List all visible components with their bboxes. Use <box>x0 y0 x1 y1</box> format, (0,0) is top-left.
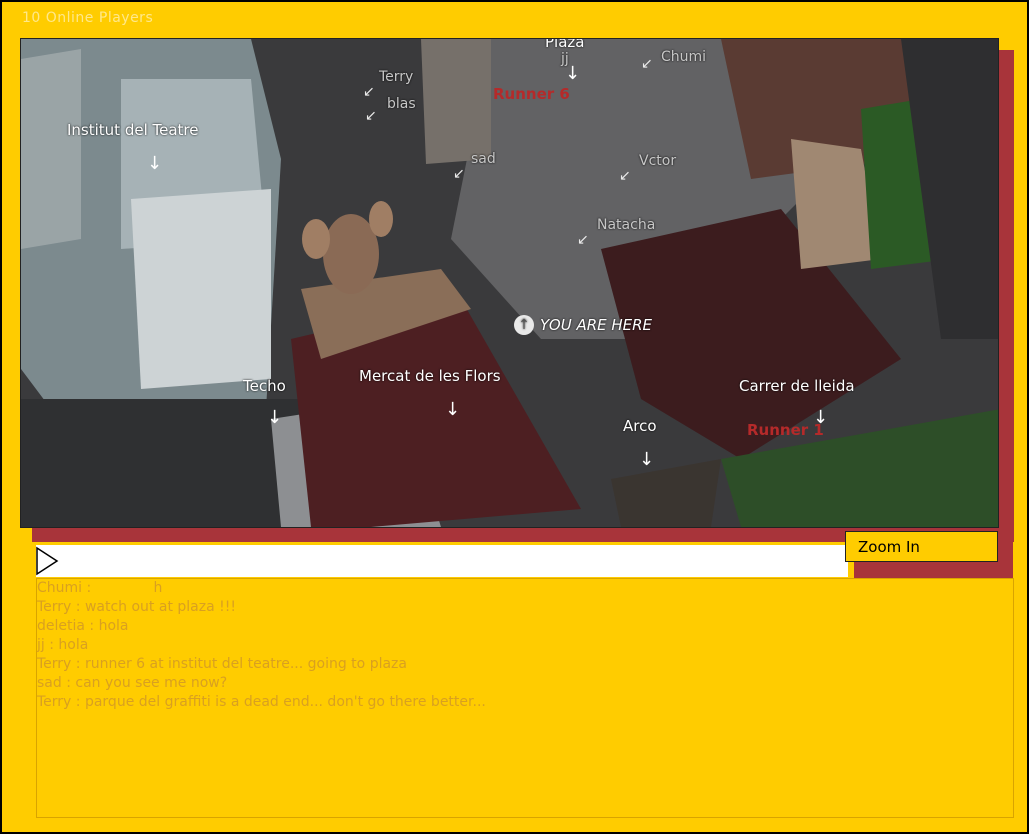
game-frame: 10 Online Players Plaza Chumi Terry blas… <box>0 0 1029 834</box>
chat-message: deletia : hola <box>37 618 129 634</box>
map-label-institut-del-teatre: Institut del Teatre <box>67 121 199 139</box>
map-label-runner-6: Runner 6 <box>493 85 570 103</box>
online-players-count: 10 Online Players <box>22 10 154 26</box>
you-are-here-label: YOU ARE HERE <box>540 316 653 334</box>
down-arrow-icon: ↓ <box>267 407 283 428</box>
down-arrow-icon: ↓ <box>565 63 581 84</box>
chat-message: Chumi : h <box>37 580 163 596</box>
diagonal-arrow-icon: ↙ <box>641 56 653 72</box>
map-label-arco: Arco <box>623 417 657 435</box>
chat-message: Terry : runner 6 at institut del teatre.… <box>37 656 407 672</box>
map-label-mercat: Mercat de les Flors <box>359 367 501 385</box>
input-pointer-icon <box>36 546 59 576</box>
map-label-plaza: Plaza <box>545 38 585 51</box>
map-label-victor: Vctor <box>639 153 677 169</box>
map-label-blas: blas <box>387 96 416 112</box>
diagonal-arrow-icon: ↙ <box>363 84 375 100</box>
map-label-terry: Terry <box>379 69 414 85</box>
zoom-in-button[interactable]: Zoom In <box>845 531 998 562</box>
you-are-here-marker: ↑ YOU ARE HERE <box>514 315 652 335</box>
chat-input[interactable] <box>62 549 836 573</box>
chat-message: sad : can you see me now? <box>37 675 228 691</box>
up-arrow-icon: ↑ <box>514 315 534 335</box>
map-label-carrer-de-lleida: Carrer de lleida <box>739 377 855 395</box>
chat-log[interactable]: Chumi : h Terry : watch out at plaza !!!… <box>36 578 1014 818</box>
chat-message: jj : hola <box>37 637 89 653</box>
down-arrow-icon: ↓ <box>445 399 461 420</box>
diagonal-arrow-icon: ↙ <box>453 166 465 182</box>
map-aerial-image <box>21 39 998 527</box>
city-map[interactable]: Plaza Chumi Terry blas jj Runner 6 Insti… <box>20 38 999 528</box>
chat-message: Terry : watch out at plaza !!! <box>37 599 236 615</box>
diagonal-arrow-icon: ↙ <box>577 232 589 248</box>
diagonal-arrow-icon: ↙ <box>365 108 377 124</box>
chat-input-bar <box>36 545 848 577</box>
map-label-sad: sad <box>471 151 496 167</box>
chat-message: Terry : parque del graffiti is a dead en… <box>37 694 486 710</box>
map-label-techo: Techo <box>243 377 286 395</box>
down-arrow-icon: ↓ <box>147 153 163 174</box>
diagonal-arrow-icon: ↙ <box>619 168 631 184</box>
down-arrow-icon: ↓ <box>639 449 655 470</box>
map-label-natacha: Natacha <box>597 217 656 233</box>
map-label-chumi: Chumi <box>661 49 707 65</box>
down-arrow-icon: ↓ <box>813 407 829 428</box>
